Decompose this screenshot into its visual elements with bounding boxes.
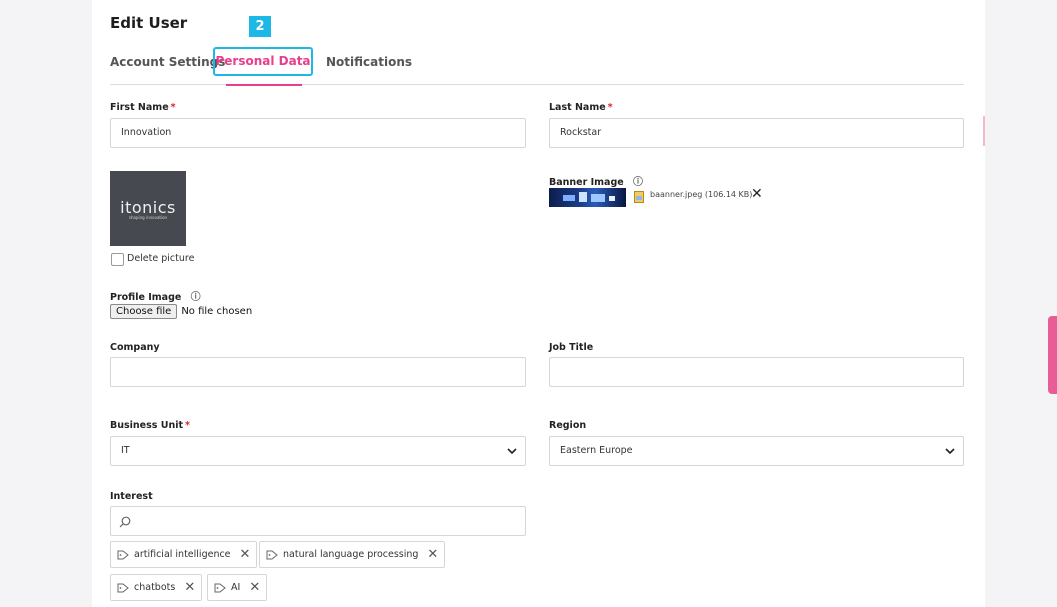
tag-remove-close-icon[interactable]: ✕ <box>240 542 251 567</box>
current-profile-picture: itonics shaping innovation <box>110 171 186 246</box>
tag-label: AI <box>231 582 241 593</box>
last-name-label-text: Last Name <box>549 102 606 113</box>
tag-remove-close-icon[interactable]: ✕ <box>184 575 195 600</box>
interest-label: Interest <box>110 491 153 502</box>
page-title: Edit User <box>110 14 188 32</box>
tab-notifications[interactable]: Notifications <box>326 55 412 69</box>
required-marker: * <box>607 102 613 113</box>
chevron-down-icon <box>507 448 517 455</box>
tab-personal-data[interactable]: Personal Data <box>213 47 313 76</box>
tag-label: chatbots <box>134 582 176 593</box>
tag-icon <box>266 550 278 559</box>
tag-label: natural language processing <box>283 549 419 560</box>
logo-subtext: shaping innovation <box>128 215 168 220</box>
banner-file-name[interactable]: baanner.jpeg <box>650 190 702 199</box>
tag-icon <box>117 583 129 592</box>
business-unit-label: Business Unit * <box>110 420 190 431</box>
required-marker: * <box>185 420 190 431</box>
region-select[interactable]: Eastern Europe <box>549 436 964 466</box>
interest-tag: artificial intelligence ✕ <box>110 541 258 568</box>
business-unit-select[interactable]: IT <box>110 436 526 466</box>
feedback-side-tab[interactable] <box>1048 316 1057 394</box>
tag-icon <box>117 550 129 559</box>
tag-icon <box>214 583 226 592</box>
company-input[interactable] <box>110 357 526 387</box>
first-name-label-text: First Name <box>110 102 169 113</box>
side-marker <box>983 116 985 146</box>
remove-banner-close-icon[interactable]: ✕ <box>751 186 763 202</box>
chevron-down-icon <box>945 448 955 455</box>
search-icon <box>119 516 131 528</box>
tab-account-settings[interactable]: Account Settings <box>110 55 225 69</box>
first-name-input[interactable]: Innovation <box>110 118 526 148</box>
profile-image-label-text: Profile Image <box>110 292 182 303</box>
question-circle-icon[interactable]: ⓘ <box>191 292 201 303</box>
delete-picture-checkbox[interactable] <box>111 253 124 266</box>
active-tab-underline <box>226 84 302 86</box>
banner-image-label: Banner Image ⓘ <box>549 173 643 188</box>
question-circle-icon[interactable]: ⓘ <box>633 177 643 188</box>
profile-image-label: Profile Image ⓘ <box>110 288 201 303</box>
first-name-label: First Name * <box>110 102 176 113</box>
tag-remove-close-icon[interactable]: ✕ <box>427 542 438 567</box>
file-image-icon <box>634 188 644 203</box>
last-name-value: Rockstar <box>560 127 602 138</box>
interest-tag: AI ✕ <box>207 574 268 601</box>
banner-thumbnail-art <box>563 192 615 202</box>
job-title-label: Job Title <box>549 342 594 353</box>
step-badge: 2 <box>249 16 271 37</box>
company-label: Company <box>110 342 160 353</box>
banner-image-label-text: Banner Image <box>549 177 624 188</box>
required-marker: * <box>170 102 176 113</box>
interest-tag: natural language processing ✕ <box>259 541 446 568</box>
banner-file-info: baanner.jpeg (106.14 KB) <box>650 190 752 199</box>
tag-remove-close-icon[interactable]: ✕ <box>249 575 260 600</box>
interest-tag: chatbots ✕ <box>110 574 203 601</box>
region-label: Region <box>549 420 587 431</box>
last-name-label: Last Name * <box>549 102 613 113</box>
profile-image-file-input: Choose file No file chosen <box>110 304 252 319</box>
banner-thumbnail <box>549 188 626 207</box>
business-unit-value: IT <box>121 445 130 456</box>
delete-picture-label: Delete picture <box>127 253 195 264</box>
business-unit-label-text: Business Unit <box>110 420 184 431</box>
file-status: No file chosen <box>181 306 253 317</box>
region-value: Eastern Europe <box>560 445 633 456</box>
edit-user-panel: Edit User 2 Account Settings Personal Da… <box>92 0 985 607</box>
interest-search-input[interactable] <box>110 506 526 536</box>
tag-label: artificial intelligence <box>134 549 231 560</box>
choose-file-button[interactable]: Choose file <box>110 304 178 319</box>
job-title-input[interactable] <box>549 357 964 387</box>
first-name-value: Innovation <box>121 127 172 138</box>
banner-file-size: (106.14 KB) <box>704 190 753 199</box>
last-name-input[interactable]: Rockstar <box>549 118 964 148</box>
